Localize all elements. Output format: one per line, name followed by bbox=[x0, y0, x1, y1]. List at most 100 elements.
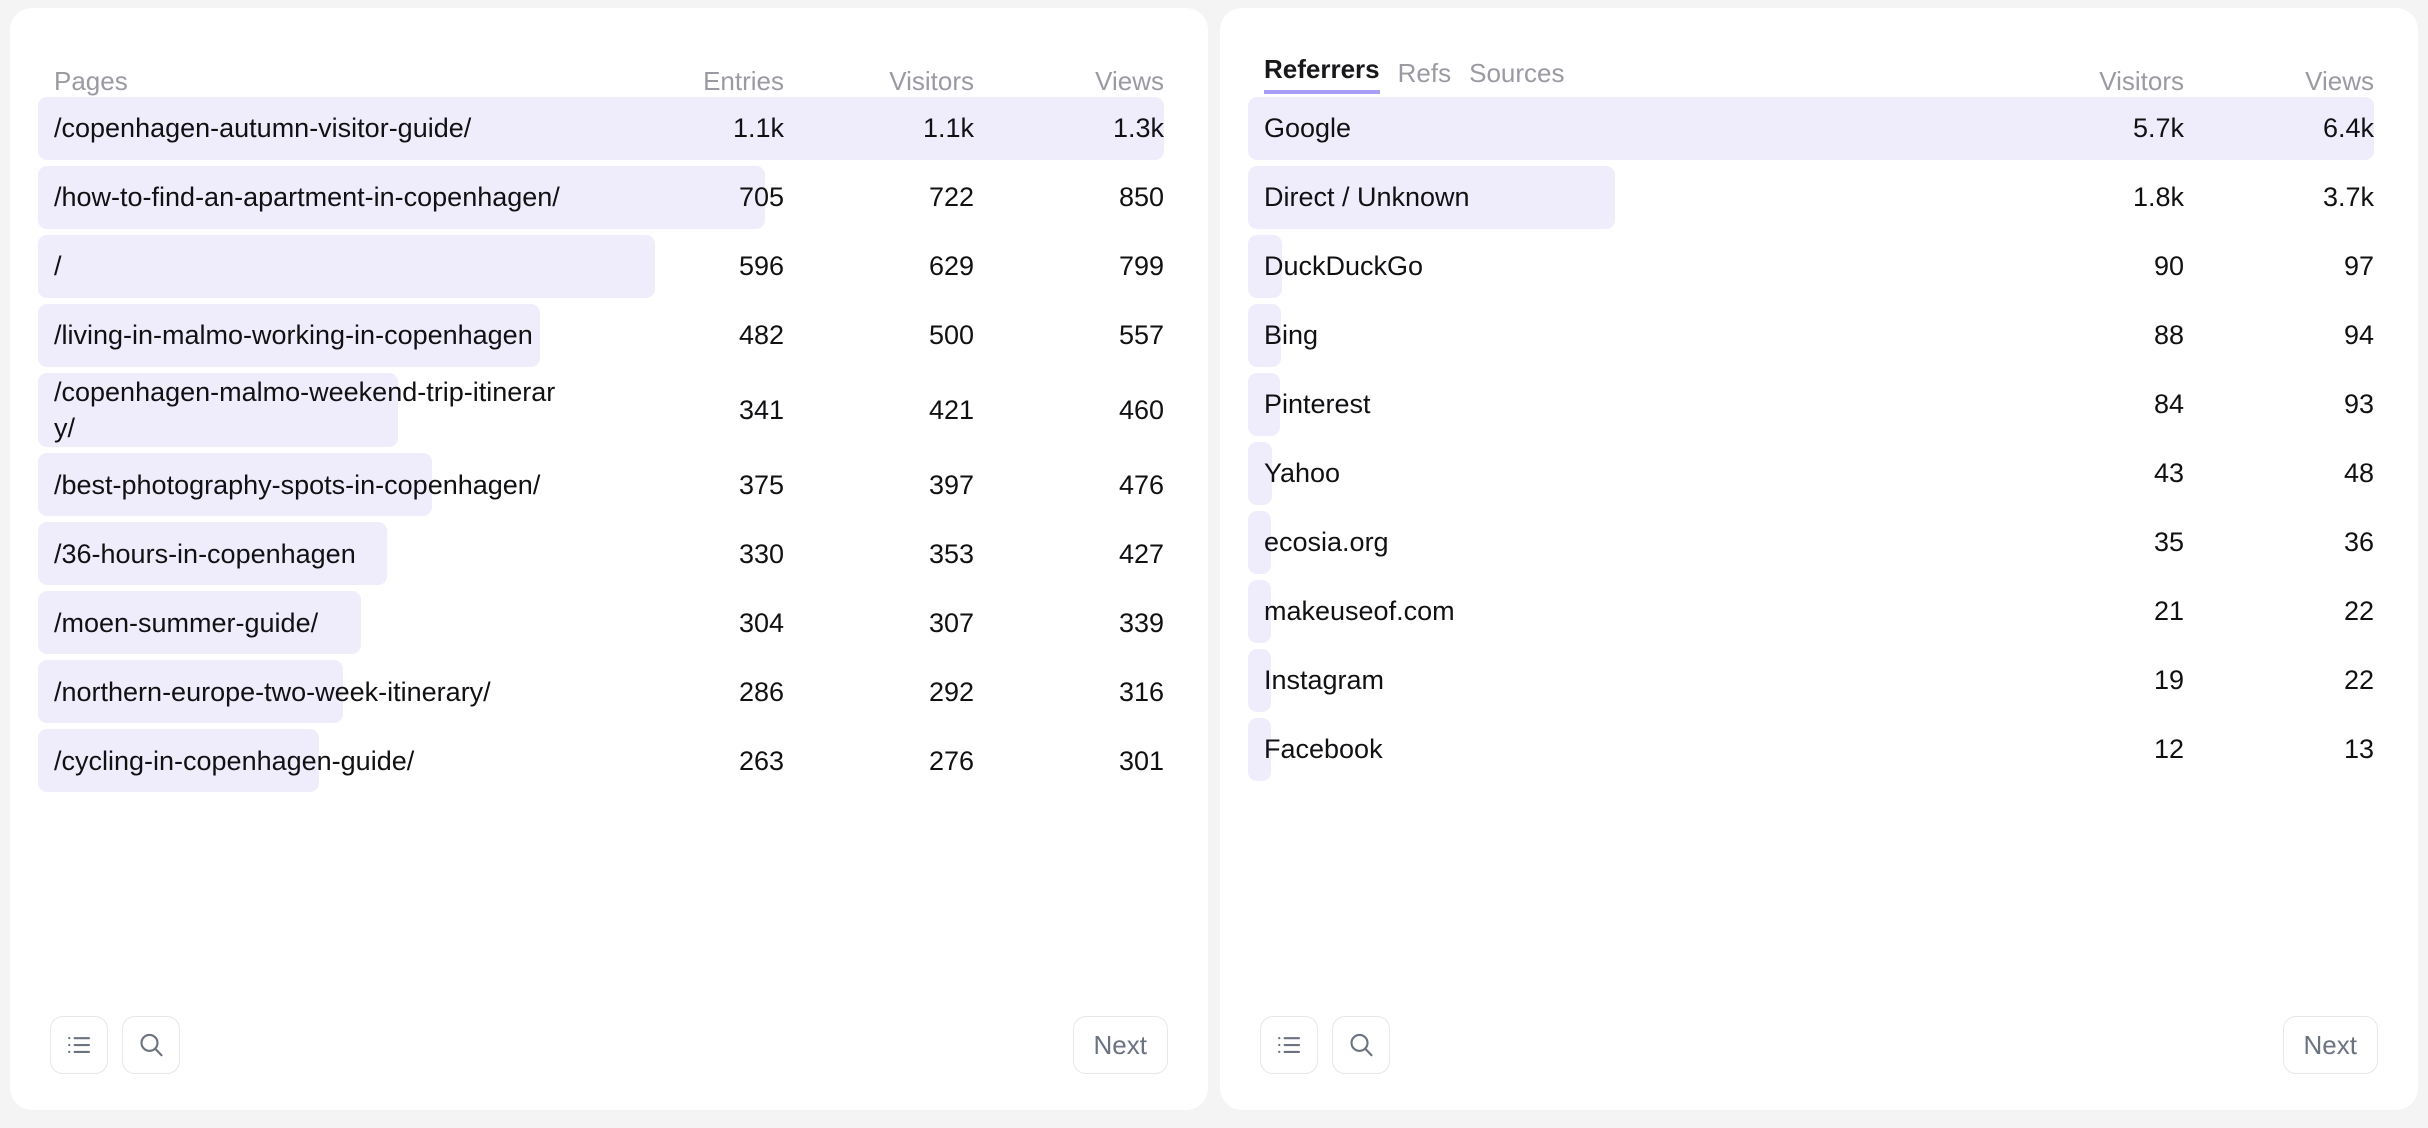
row-label[interactable]: /moen-summer-guide/ bbox=[54, 605, 594, 641]
row-entries-value: 263 bbox=[594, 743, 784, 779]
row-views-value: 460 bbox=[974, 392, 1164, 428]
table-row[interactable]: /best-photography-spots-in-copenhagen/37… bbox=[54, 450, 1164, 519]
row-visitors-value: 1.8k bbox=[1994, 179, 2184, 215]
row-label[interactable]: Bing bbox=[1264, 317, 1994, 353]
row-views-value: 301 bbox=[974, 743, 1164, 779]
pages-panel: Pages Entries Visitors Views /copenhagen… bbox=[10, 8, 1208, 1110]
row-visitors-value: 307 bbox=[784, 605, 974, 641]
row-label[interactable]: Instagram bbox=[1264, 662, 1994, 698]
row-label[interactable]: /copenhagen-autumn-visitor-guide/ bbox=[54, 110, 594, 146]
table-row[interactable]: Yahoo4348 bbox=[1264, 439, 2374, 508]
column-header-pages: Pages bbox=[54, 68, 594, 94]
row-views-value: 22 bbox=[2184, 662, 2374, 698]
row-views-value: 1.3k bbox=[974, 110, 1164, 146]
column-header-views: Views bbox=[974, 68, 1164, 94]
search-button[interactable] bbox=[122, 1016, 180, 1074]
row-visitors-value: 722 bbox=[784, 179, 974, 215]
details-button[interactable] bbox=[50, 1016, 108, 1074]
row-label[interactable]: /copenhagen-malmo-weekend-trip-itinerary… bbox=[54, 374, 594, 446]
table-row[interactable]: /36-hours-in-copenhagen330353427 bbox=[54, 519, 1164, 588]
row-label[interactable]: /best-photography-spots-in-copenhagen/ bbox=[54, 467, 594, 503]
table-row[interactable]: Google5.7k6.4k bbox=[1264, 94, 2374, 163]
row-entries-value: 375 bbox=[594, 467, 784, 503]
row-views-value: 48 bbox=[2184, 455, 2374, 491]
pages-panel-footer: Next bbox=[10, 1000, 1208, 1110]
table-row[interactable]: /cycling-in-copenhagen-guide/263276301 bbox=[54, 726, 1164, 795]
next-page-button[interactable]: Next bbox=[2283, 1016, 2378, 1074]
row-label[interactable]: /northern-europe-two-week-itinerary/ bbox=[54, 674, 594, 710]
row-label[interactable]: Direct / Unknown bbox=[1264, 179, 1994, 215]
table-row[interactable]: /copenhagen-malmo-weekend-trip-itinerary… bbox=[54, 370, 1164, 450]
row-label[interactable]: Pinterest bbox=[1264, 386, 1994, 422]
row-visitors-value: 276 bbox=[784, 743, 974, 779]
row-label[interactable]: DuckDuckGo bbox=[1264, 248, 1994, 284]
table-row[interactable]: Pinterest8493 bbox=[1264, 370, 2374, 439]
row-visitors-value: 88 bbox=[1994, 317, 2184, 353]
row-entries-value: 286 bbox=[594, 674, 784, 710]
row-visitors-value: 90 bbox=[1994, 248, 2184, 284]
column-header-visitors: Visitors bbox=[784, 68, 974, 94]
next-page-button[interactable]: Next bbox=[1073, 1016, 1168, 1074]
search-icon bbox=[1346, 1030, 1376, 1060]
row-label[interactable]: / bbox=[54, 248, 594, 284]
column-header-visitors: Visitors bbox=[1994, 68, 2184, 94]
tab-refs[interactable]: Refs bbox=[1398, 59, 1451, 94]
row-views-value: 6.4k bbox=[2184, 110, 2374, 146]
row-label[interactable]: Facebook bbox=[1264, 731, 1994, 767]
row-visitors-value: 353 bbox=[784, 536, 974, 572]
row-views-value: 557 bbox=[974, 317, 1164, 353]
referrers-panel-footer: Next bbox=[1220, 1000, 2418, 1110]
table-row[interactable]: /northern-europe-two-week-itinerary/2862… bbox=[54, 657, 1164, 726]
details-button[interactable] bbox=[1260, 1016, 1318, 1074]
table-row[interactable]: DuckDuckGo9097 bbox=[1264, 232, 2374, 301]
row-label[interactable]: /cycling-in-copenhagen-guide/ bbox=[54, 743, 594, 779]
row-visitors-value: 421 bbox=[784, 392, 974, 428]
row-entries-value: 304 bbox=[594, 605, 784, 641]
row-entries-value: 1.1k bbox=[594, 110, 784, 146]
tab-referrers[interactable]: Referrers bbox=[1264, 55, 1380, 94]
row-label[interactable]: makeuseof.com bbox=[1264, 593, 1994, 629]
table-row[interactable]: Direct / Unknown1.8k3.7k bbox=[1264, 163, 2374, 232]
table-row[interactable]: /moen-summer-guide/304307339 bbox=[54, 588, 1164, 657]
table-row[interactable]: Facebook1213 bbox=[1264, 715, 2374, 784]
row-entries-value: 330 bbox=[594, 536, 784, 572]
table-row[interactable]: ecosia.org3536 bbox=[1264, 508, 2374, 577]
analytics-dashboard: Pages Entries Visitors Views /copenhagen… bbox=[0, 0, 2428, 1128]
table-row[interactable]: makeuseof.com2122 bbox=[1264, 577, 2374, 646]
row-visitors-value: 35 bbox=[1994, 524, 2184, 560]
row-views-value: 427 bbox=[974, 536, 1164, 572]
search-button[interactable] bbox=[1332, 1016, 1390, 1074]
referrers-tab-list: Referrers Refs Sources bbox=[1264, 55, 1994, 94]
row-label[interactable]: Yahoo bbox=[1264, 455, 1994, 491]
row-views-value: 799 bbox=[974, 248, 1164, 284]
row-visitors-value: 21 bbox=[1994, 593, 2184, 629]
row-visitors-value: 19 bbox=[1994, 662, 2184, 698]
table-row[interactable]: Bing8894 bbox=[1264, 301, 2374, 370]
pages-table-body: /copenhagen-autumn-visitor-guide/1.1k1.1… bbox=[10, 94, 1208, 1000]
table-row[interactable]: /living-in-malmo-working-in-copenhagen48… bbox=[54, 301, 1164, 370]
row-views-value: 13 bbox=[2184, 731, 2374, 767]
row-views-value: 339 bbox=[974, 605, 1164, 641]
tab-sources[interactable]: Sources bbox=[1469, 59, 1564, 94]
row-label[interactable]: /36-hours-in-copenhagen bbox=[54, 536, 594, 572]
column-header-views: Views bbox=[2184, 68, 2374, 94]
row-label[interactable]: Google bbox=[1264, 110, 1994, 146]
row-label[interactable]: /living-in-malmo-working-in-copenhagen bbox=[54, 317, 594, 353]
row-entries-value: 341 bbox=[594, 392, 784, 428]
row-visitors-value: 397 bbox=[784, 467, 974, 503]
row-label[interactable]: ecosia.org bbox=[1264, 524, 1994, 560]
row-views-value: 97 bbox=[2184, 248, 2374, 284]
referrers-panel: Referrers Refs Sources Visitors Views Goog… bbox=[1220, 8, 2418, 1110]
row-entries-value: 596 bbox=[594, 248, 784, 284]
row-views-value: 94 bbox=[2184, 317, 2374, 353]
row-visitors-value: 629 bbox=[784, 248, 974, 284]
table-row[interactable]: /596629799 bbox=[54, 232, 1164, 301]
row-visitors-value: 5.7k bbox=[1994, 110, 2184, 146]
table-row[interactable]: /how-to-find-an-apartment-in-copenhagen/… bbox=[54, 163, 1164, 232]
row-entries-value: 705 bbox=[594, 179, 784, 215]
row-label[interactable]: /how-to-find-an-apartment-in-copenhagen/ bbox=[54, 179, 594, 215]
row-visitors-value: 43 bbox=[1994, 455, 2184, 491]
table-row[interactable]: /copenhagen-autumn-visitor-guide/1.1k1.1… bbox=[54, 94, 1164, 163]
table-row[interactable]: Instagram1922 bbox=[1264, 646, 2374, 715]
row-visitors-value: 84 bbox=[1994, 386, 2184, 422]
